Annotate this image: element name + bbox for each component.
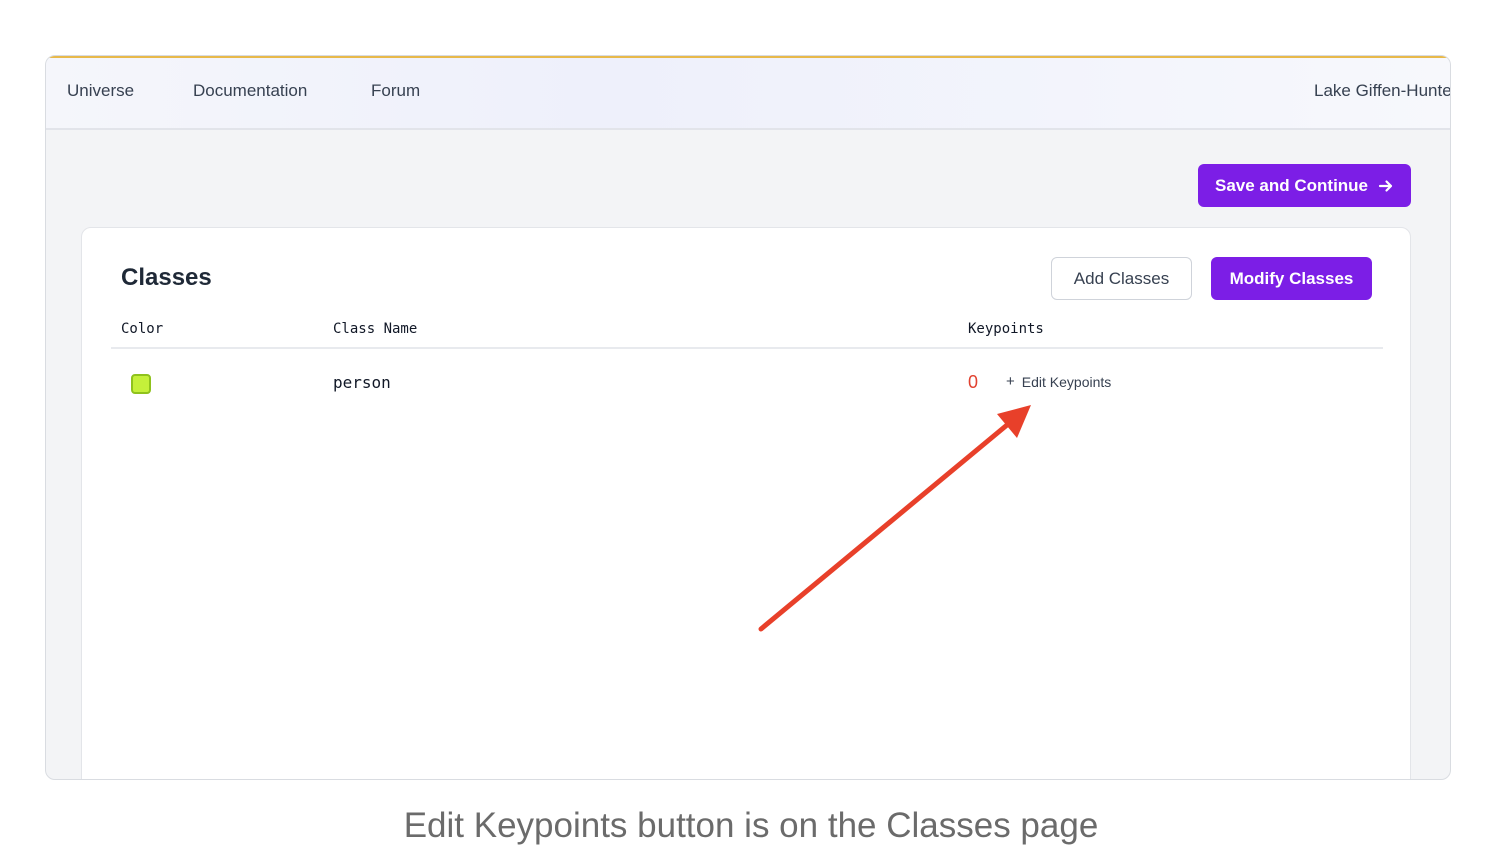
add-classes-button[interactable]: Add Classes	[1051, 257, 1192, 300]
caption: Edit Keypoints button is on the Classes …	[403, 806, 1099, 845]
edit-keypoints-label: Edit Keypoints	[1021, 373, 1112, 390]
class-color-swatch[interactable]	[131, 374, 151, 394]
save-and-continue-button[interactable]: Save and Continue	[1198, 164, 1411, 207]
plus-icon: +	[1006, 373, 1015, 390]
nav-link-universe[interactable]: Universe	[67, 81, 134, 101]
column-header-keypoints: Keypoints	[968, 321, 1044, 337]
column-header-class-name: Class Name	[333, 321, 418, 337]
modify-classes-button[interactable]: Modify Classes	[1211, 257, 1372, 300]
app-window: Universe Documentation Forum Lake Giffen…	[45, 55, 1451, 780]
classes-title: Classes	[121, 264, 212, 291]
top-navigation: Universe Documentation Forum Lake Giffen…	[46, 56, 1450, 130]
class-name-cell: person	[333, 373, 391, 392]
user-menu[interactable]: Lake Giffen-Hunte	[1314, 81, 1450, 101]
column-header-color: Color	[121, 321, 164, 337]
nav-link-documentation[interactable]: Documentation	[193, 81, 307, 101]
save-button-label: Save and Continue	[1214, 175, 1369, 195]
nav-link-forum[interactable]: Forum	[371, 81, 420, 101]
arrow-right-icon	[1378, 178, 1394, 194]
keypoint-count: 0	[968, 372, 979, 392]
classes-card: Classes Add Classes Modify Classes Color…	[81, 227, 1411, 779]
edit-keypoints-button[interactable]: + Edit Keypoints	[1006, 373, 1111, 390]
table-divider	[111, 347, 1383, 349]
